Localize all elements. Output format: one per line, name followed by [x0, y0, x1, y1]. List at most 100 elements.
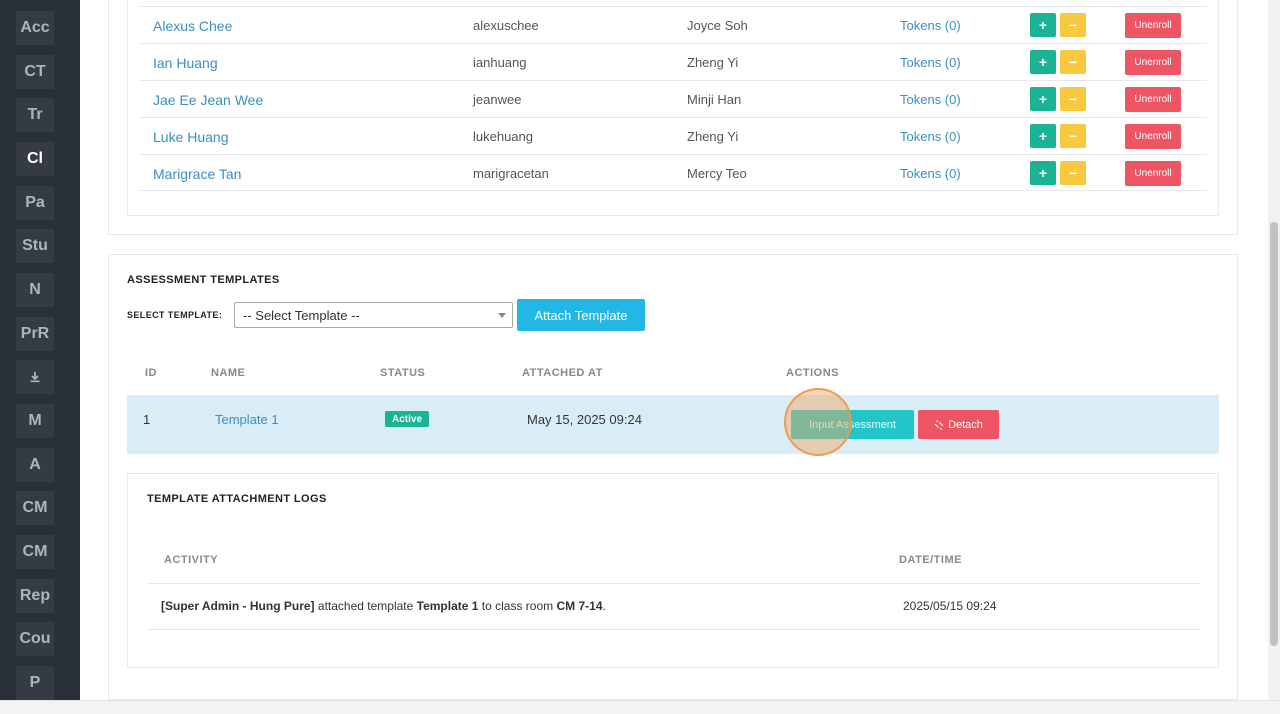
sidebar-item-label: CT [24, 63, 46, 80]
sidebar-item-cm-2[interactable]: CM [16, 535, 54, 569]
unenroll-button[interactable]: Unenroll [1125, 161, 1181, 186]
sidebar-item-label: P [29, 674, 41, 691]
sidebar-item-prr[interactable]: PrR [16, 317, 54, 351]
click-indicator [784, 388, 852, 456]
unenroll-button[interactable]: Unenroll [1125, 124, 1181, 149]
student-name-link[interactable]: Alexus Chee [153, 18, 232, 34]
tokens-link[interactable]: Tokens (0) [900, 166, 961, 181]
sidebar-item-a[interactable]: A [16, 448, 54, 482]
log-verb: attached template [314, 599, 417, 613]
student-username: alexuschee [473, 18, 539, 33]
log-connector: to class room [478, 599, 557, 613]
remove-token-button[interactable]: − [1060, 124, 1086, 148]
add-token-button[interactable]: + [1030, 124, 1056, 148]
select-template-label: SELECT TEMPLATE: [127, 310, 223, 320]
sidebar-item-m[interactable]: M [16, 404, 54, 438]
tokens-link[interactable]: Tokens (0) [900, 55, 961, 70]
tokens-link[interactable]: Tokens (0) [900, 18, 961, 33]
template-id: 1 [143, 412, 151, 427]
bottom-bar [0, 700, 1280, 714]
sidebar-item-pa[interactable]: Pa [16, 186, 54, 220]
tokens-link[interactable]: Tokens (0) [900, 92, 961, 107]
sidebar-item-cm[interactable]: CM [16, 491, 54, 525]
sidebar-item-cou[interactable]: Cou [16, 622, 54, 656]
sidebar-item-tr[interactable]: Tr [16, 98, 54, 132]
status-badge: Active [385, 411, 430, 427]
sidebar-item-label: M [28, 412, 42, 429]
remove-token-button[interactable]: − [1060, 161, 1086, 185]
scrollbar-thumb[interactable] [1270, 222, 1278, 646]
column-header-attached-at: ATTACHED AT [522, 367, 603, 379]
student-name-link[interactable]: Ian Huang [153, 55, 218, 71]
divider [147, 583, 1200, 584]
detach-button[interactable]: Detach [918, 410, 999, 439]
column-header-id: ID [145, 367, 157, 379]
sidebar-item-rep[interactable]: Rep [16, 579, 54, 613]
student-name-link[interactable]: Luke Huang [153, 129, 229, 145]
detach-button-label: Detach [948, 418, 983, 431]
sidebar: Acc CT Tr Cl Pa Stu N PrR M A CM CM Rep … [0, 0, 80, 700]
remove-token-button[interactable]: − [1060, 50, 1086, 74]
log-room: CM 7-14 [556, 599, 603, 613]
add-token-button[interactable]: + [1030, 50, 1056, 74]
sidebar-item-label: Stu [22, 237, 48, 254]
log-actor: [Super Admin - Hung Pure] [161, 599, 315, 613]
table-row [127, 395, 1219, 454]
template-attached-at: May 15, 2025 09:24 [527, 412, 642, 427]
assessment-templates-title: ASSESSMENT TEMPLATES [127, 274, 280, 286]
student-name-link[interactable]: Marigrace Tan [153, 166, 241, 182]
template-name-link[interactable]: Template 1 [215, 412, 279, 427]
student-username: lukehuang [473, 129, 533, 144]
student-teacher: Mercy Teo [687, 166, 747, 181]
log-template: Template 1 [416, 599, 479, 613]
table-row: Ian Huang ianhuang Zheng Yi Tokens (0) +… [140, 43, 1207, 80]
log-entry-datetime: 2025/05/15 09:24 [903, 599, 997, 613]
student-username: marigracetan [473, 166, 549, 181]
template-select[interactable]: -- Select Template -- [234, 302, 513, 328]
column-header-actions: ACTIONS [786, 367, 839, 379]
unenroll-button[interactable]: Unenroll [1125, 13, 1181, 38]
column-header-datetime: DATE/TIME [899, 554, 962, 566]
log-end: . [602, 599, 606, 613]
unlink-icon [934, 419, 944, 430]
sidebar-item-label: CM [22, 499, 48, 516]
student-username: jeanwee [473, 92, 522, 107]
tokens-link[interactable]: Tokens (0) [900, 129, 961, 144]
table-row: Marigrace Tan marigracetan Mercy Teo Tok… [140, 154, 1207, 191]
attach-template-button[interactable]: Attach Template [517, 299, 645, 331]
sidebar-item-n[interactable]: N [16, 273, 54, 307]
table-row: Luke Huang lukehuang Zheng Yi Tokens (0)… [140, 117, 1207, 154]
sidebar-item-stu[interactable]: Stu [16, 229, 54, 263]
table-row: Jae Ee Jean Wee jeanwee Minji Han Tokens… [140, 80, 1207, 117]
sidebar-item-p[interactable]: P [16, 666, 54, 700]
column-header-name: NAME [211, 367, 246, 379]
sidebar-item-ct[interactable]: CT [16, 55, 54, 89]
sidebar-item-label: PrR [20, 325, 50, 342]
add-token-button[interactable]: + [1030, 161, 1056, 185]
sidebar-item-label: Acc [20, 19, 50, 36]
sidebar-item-download[interactable] [16, 360, 54, 394]
student-teacher: Joyce Soh [687, 18, 748, 33]
divider [147, 629, 1200, 630]
template-select-value: -- Select Template -- [243, 307, 360, 323]
unenroll-button[interactable]: Unenroll [1125, 87, 1181, 112]
sidebar-item-label: Cou [19, 630, 51, 647]
student-teacher: Zheng Yi [687, 55, 739, 70]
student-username: ianhuang [473, 55, 527, 70]
column-header-activity: ACTIVITY [164, 554, 219, 566]
add-token-button[interactable]: + [1030, 13, 1056, 37]
sidebar-item-label: Pa [25, 194, 45, 211]
add-token-button[interactable]: + [1030, 87, 1056, 111]
table-row: Alexus Chee alexuschee Joyce Soh Tokens … [140, 6, 1207, 43]
sidebar-item-label: Cl [27, 150, 43, 167]
sidebar-item-acc[interactable]: Acc [16, 11, 54, 45]
remove-token-button[interactable]: − [1060, 87, 1086, 111]
unenroll-button[interactable]: Unenroll [1125, 50, 1181, 75]
student-teacher: Zheng Yi [687, 129, 739, 144]
student-name-link[interactable]: Jae Ee Jean Wee [153, 92, 263, 108]
remove-token-button[interactable]: − [1060, 13, 1086, 37]
sidebar-item-label: Rep [19, 587, 51, 604]
sidebar-item-cl[interactable]: Cl [16, 142, 54, 176]
vertical-scrollbar[interactable] [1268, 0, 1280, 700]
log-entry-activity: [Super Admin - Hung Pure] attached templ… [161, 599, 606, 613]
